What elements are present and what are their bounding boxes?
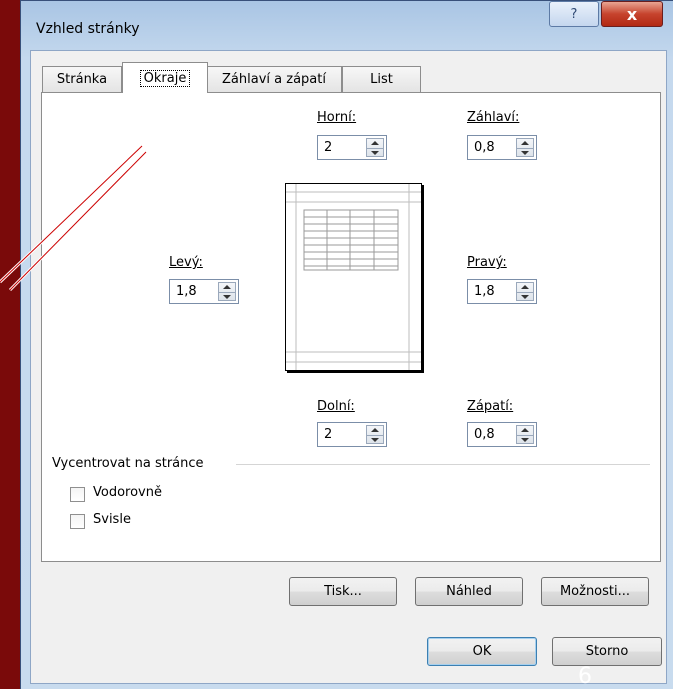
right-margin-spinner[interactable]: 1,8 [467, 279, 537, 304]
spin-up-icon[interactable] [367, 139, 383, 148]
page-preview [285, 183, 422, 371]
spin-arrows[interactable] [516, 138, 534, 157]
spin-down-icon[interactable] [517, 434, 533, 445]
spin-down-icon[interactable] [219, 291, 235, 302]
right-margin-value: 1,8 [474, 284, 495, 299]
vertical-checkbox[interactable] [70, 514, 85, 529]
header-margin-spinner[interactable]: 0,8 [467, 135, 537, 160]
spin-up-icon[interactable] [517, 139, 533, 148]
spin-down-icon[interactable] [367, 434, 383, 445]
page-preview-icon [286, 184, 421, 370]
spin-arrows[interactable] [516, 282, 534, 301]
spin-up-icon[interactable] [517, 426, 533, 435]
cancel-button[interactable]: Storno [552, 637, 662, 666]
tab-list[interactable]: List [342, 66, 421, 92]
spin-up-icon[interactable] [219, 283, 235, 292]
top-margin-spinner[interactable]: 2 [317, 135, 387, 160]
slide-number: 6 [578, 664, 592, 689]
spin-arrows[interactable] [218, 282, 236, 301]
top-margin-label: Horní: [317, 110, 357, 125]
right-margin-label: Pravý: [467, 255, 507, 270]
help-button[interactable]: ? [549, 1, 599, 27]
top-margin-value: 2 [324, 140, 333, 155]
help-icon: ? [570, 6, 578, 22]
spin-down-icon[interactable] [367, 147, 383, 158]
tab-label: Záhlaví a zápatí [222, 72, 326, 87]
bottom-margin-spinner[interactable]: 2 [317, 422, 387, 447]
tab-label: Okraje [139, 69, 191, 87]
ok-button[interactable]: OK [427, 637, 537, 666]
tab-stranka[interactable]: Stránka [42, 66, 122, 92]
spin-arrows[interactable] [516, 425, 534, 444]
center-group-label: Vycentrovat na stránce [52, 456, 204, 471]
spin-arrows[interactable] [366, 425, 384, 444]
header-margin-value: 0,8 [474, 140, 495, 155]
tab-zahlavi-a-zapati[interactable]: Záhlaví a zápatí [206, 66, 342, 92]
left-margin-value: 1,8 [176, 284, 197, 299]
footer-margin-label: Zápatí: [467, 399, 514, 414]
options-button[interactable]: Možnosti... [541, 577, 649, 606]
vertical-checkbox-label: Svisle [93, 512, 131, 527]
annotation-arrow-icon [0, 144, 148, 292]
left-margin-spinner[interactable]: 1,8 [169, 279, 239, 304]
horizontal-checkbox-label: Vodorovně [93, 485, 162, 500]
bottom-margin-label: Dolní: [317, 399, 355, 414]
tab-okraje[interactable]: Okraje [122, 62, 208, 93]
print-button[interactable]: Tisk... [289, 577, 397, 606]
tab-label: List [370, 72, 393, 87]
footer-margin-spinner[interactable]: 0,8 [467, 422, 537, 447]
footer-margin-value: 0,8 [474, 427, 495, 442]
window-title: Vzhled stránky [36, 21, 140, 37]
spin-down-icon[interactable] [517, 291, 533, 302]
spin-arrows[interactable] [366, 138, 384, 157]
close-icon: x [626, 4, 638, 24]
bottom-margin-value: 2 [324, 427, 333, 442]
preview-button[interactable]: Náhled [415, 577, 523, 606]
close-button[interactable]: x [601, 1, 663, 27]
tab-label: Stránka [56, 72, 108, 87]
left-margin-label: Levý: [169, 255, 203, 270]
header-margin-label: Záhlaví: [467, 110, 520, 125]
spin-down-icon[interactable] [517, 147, 533, 158]
horizontal-checkbox[interactable] [70, 487, 85, 502]
spin-up-icon[interactable] [367, 426, 383, 435]
spin-up-icon[interactable] [517, 283, 533, 292]
group-separator [236, 464, 650, 465]
